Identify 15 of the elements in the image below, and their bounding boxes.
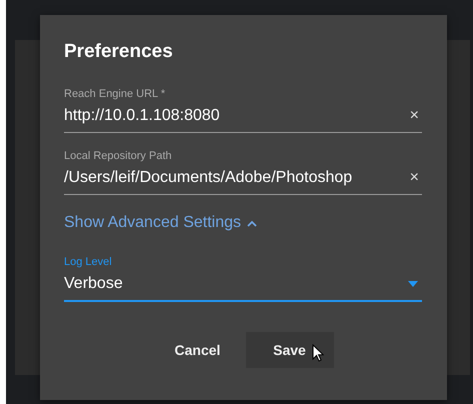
select-field[interactable]: Verbose [64,273,422,302]
dropdown-caret-icon [408,281,418,287]
field-label: Reach Engine URL * [64,87,166,101]
mouse-cursor-icon [312,344,324,362]
field-label: Local Repository Path [64,149,173,163]
clear-button[interactable]: × [406,107,422,125]
dialog-title: Preferences [64,40,174,64]
chevron-up-icon [247,220,258,226]
dialog-button[interactable]: Save [246,332,334,368]
select-label: Log Level [64,255,113,269]
input-field[interactable]: http://10.0.1.108:8080 × [64,105,422,133]
advanced-settings-toggle[interactable]: Show Advanced Settings [64,211,258,235]
input-field[interactable]: /Users/leif/Documents/Adobe/Photoshop × [64,167,422,195]
clear-button[interactable]: × [406,169,422,187]
dialog-button[interactable]: Cancel [154,332,242,368]
